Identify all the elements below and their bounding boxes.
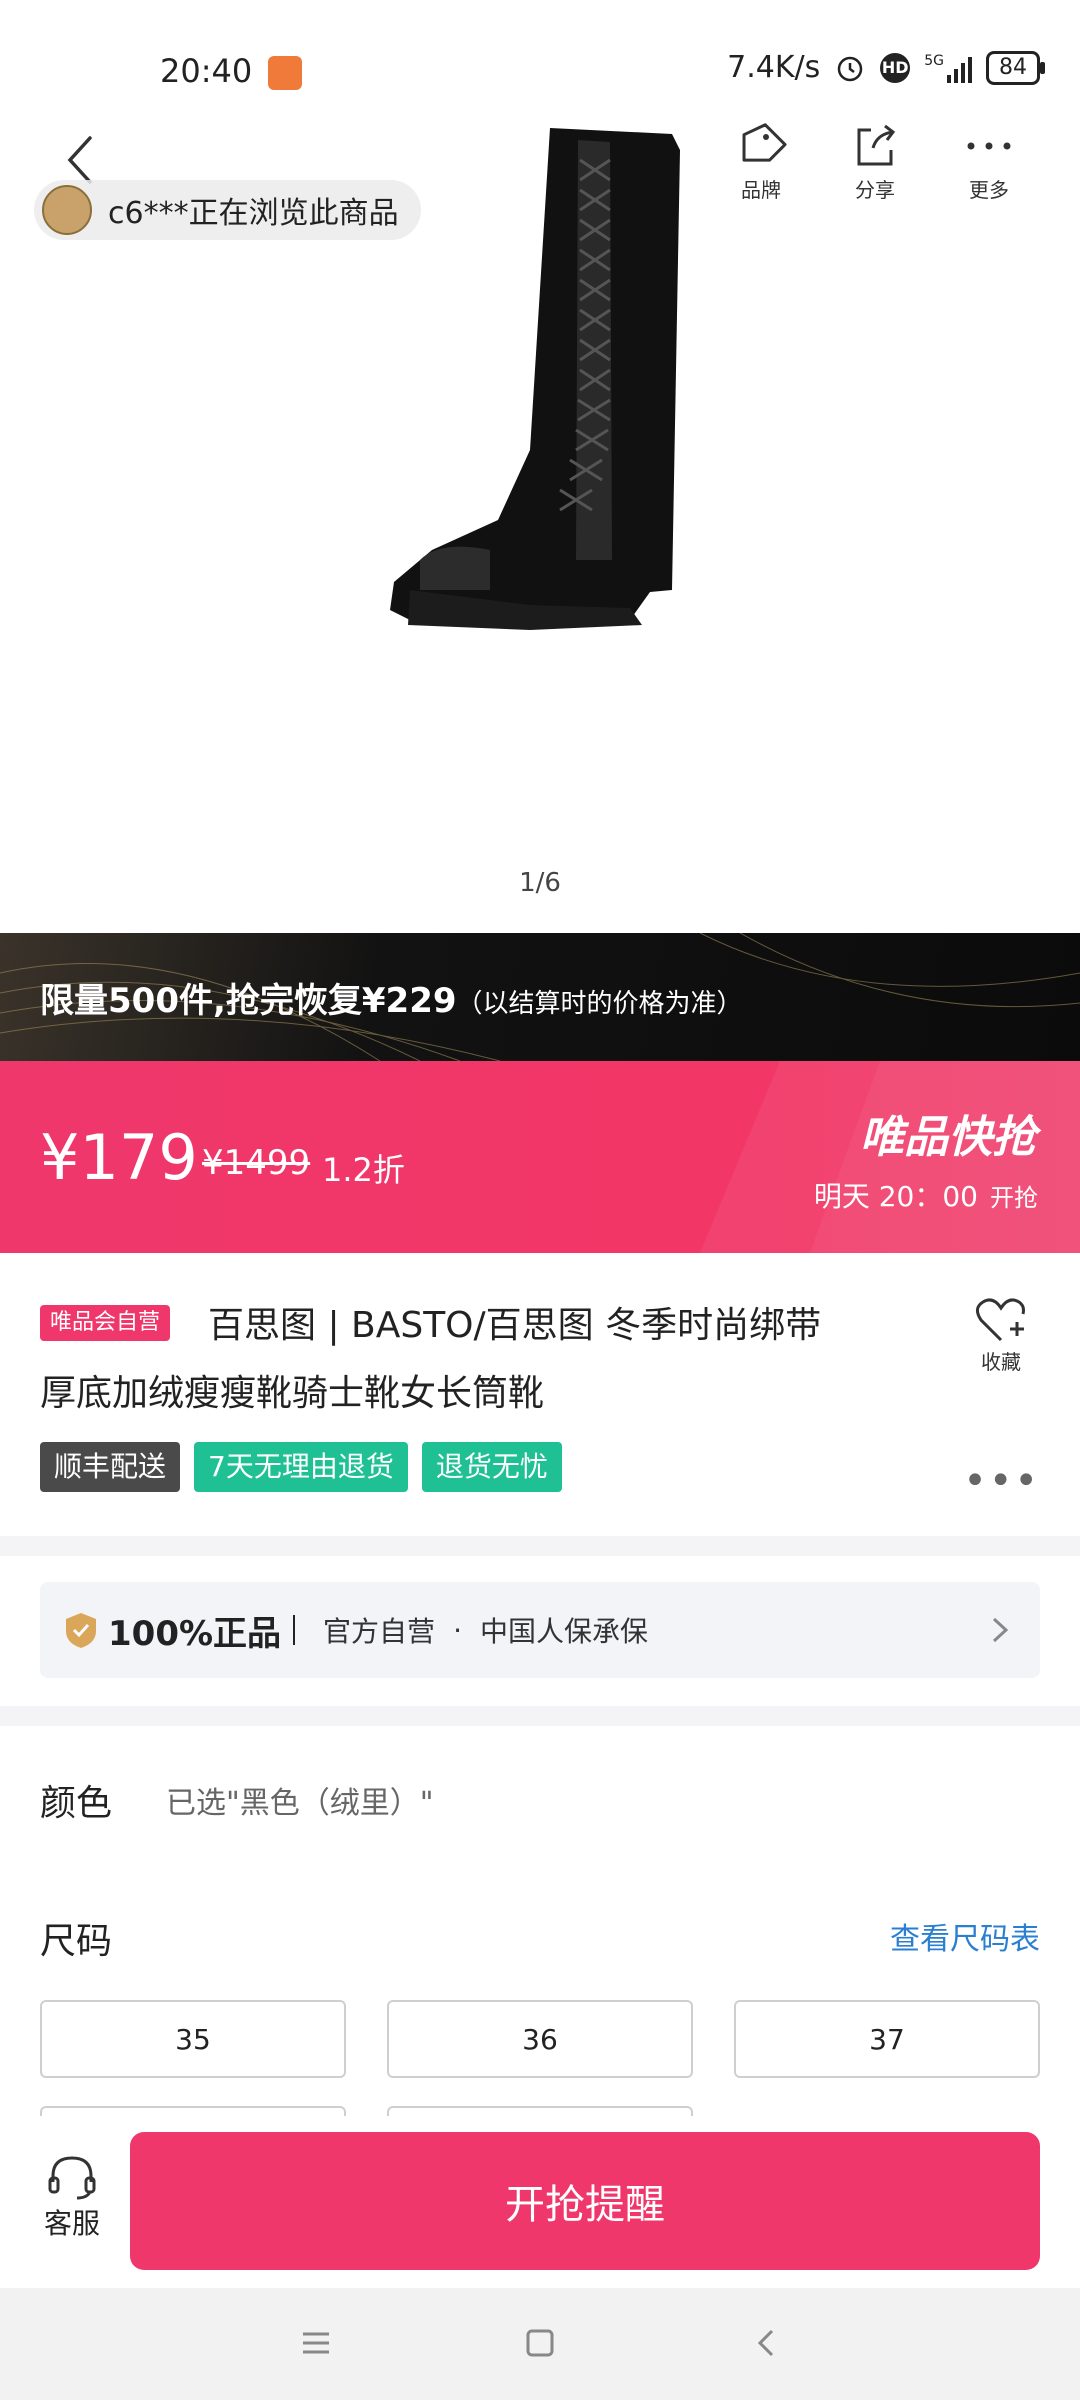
gallery-pager: 1/6 <box>519 868 561 898</box>
color-selected-value[interactable]: 已选"黑色（绒里）" <box>166 1778 434 1822</box>
more-label: 更多 <box>969 178 1009 202</box>
share-button[interactable]: 分享 <box>844 118 906 203</box>
tag-7day-return: 7天无理由退货 <box>194 1442 408 1492</box>
size-option-35[interactable]: 35 <box>40 2000 346 2078</box>
guarantee-divider <box>293 1615 296 1645</box>
home-square-icon <box>526 2329 554 2357</box>
product-image[interactable] <box>380 120 700 640</box>
hd-icon: HD <box>880 52 911 83</box>
browsing-notice: c6***正在浏览此商品 <box>34 180 421 240</box>
share-icon <box>857 124 896 166</box>
guarantee-insurance: 中国人保承保 <box>479 1615 648 1648</box>
color-label: 颜色 <box>40 1783 113 1824</box>
heart-plus-icon <box>976 1298 1025 1342</box>
battery-icon: 84 <box>986 50 1045 85</box>
customer-service-label: 客服 <box>43 2207 100 2240</box>
browsing-text: c6***正在浏览此商品 <box>108 196 399 231</box>
authentic-label: 100%正品 <box>108 1613 282 1654</box>
price-bar: ¥179 ¥1499 1.2折 唯品快抢 明天 20：00 开抢 <box>0 1061 1080 1253</box>
status-indicators: 7.4K/s HD 5G 84 <box>727 50 1045 85</box>
chevron-right-icon <box>992 1617 1009 1643</box>
promo-note: （以结算时的价格为准） <box>456 989 743 1019</box>
flash-sale-time: 明天 20：00 开抢 <box>814 1175 1038 1215</box>
tags-more-icon[interactable]: ••• <box>963 1458 1040 1504</box>
service-tags: 顺丰配送 7天无理由退货 退货无忧 <box>40 1442 562 1492</box>
tag-sf-delivery: 顺丰配送 <box>40 1442 181 1492</box>
customer-service-button[interactable]: 客服 <box>38 2152 106 2242</box>
back-nav-button[interactable] <box>736 2318 796 2368</box>
current-price: ¥179 <box>40 1121 198 1194</box>
guarantee-official: 官方自营 <box>323 1615 436 1648</box>
home-nav-button[interactable] <box>510 2318 570 2368</box>
back-triangle-icon <box>757 2329 774 2357</box>
promo-text: 限量500件,抢完恢复¥229 <box>40 981 457 1021</box>
promo-text-row: 限量500件,抢完恢复¥229（以结算时的价格为准） <box>40 973 743 1022</box>
more-icon <box>967 142 1011 150</box>
avatar <box>42 185 92 235</box>
size-option-36[interactable]: 36 <box>387 2000 693 2078</box>
network-speed: 7.4K/s <box>727 50 821 85</box>
guarantee-row[interactable]: 100%正品 官方自营 · 中国人保承保 <box>40 1582 1040 1678</box>
product-title-line2: 厚底加绒瘦瘦靴骑士靴女长筒靴 <box>40 1373 545 1414</box>
size-label: 尺码 <box>40 1921 113 1962</box>
self-operated-badge: 唯品会自营 <box>40 1305 171 1341</box>
original-price: ¥1499 <box>202 1143 311 1183</box>
signal-label: 5G <box>924 52 944 69</box>
brand-label: 品牌 <box>741 178 781 202</box>
more-button[interactable]: 更多 <box>958 118 1020 203</box>
size-option-37[interactable]: 37 <box>734 2000 1040 2078</box>
favorite-label: 收藏 <box>981 1350 1021 1374</box>
product-title-line1: 百思图 | BASTO/百思图 冬季时尚绑带 <box>208 1305 822 1346</box>
menu-nav-button[interactable] <box>286 2318 346 2368</box>
size-chart-link[interactable]: 查看尺码表 <box>890 1914 1040 1958</box>
tag-icon <box>742 123 787 162</box>
section-divider <box>0 1536 1080 1556</box>
status-time: 20:40 <box>160 52 253 90</box>
notification-app-icon <box>268 56 302 90</box>
headset-icon <box>48 2156 96 2200</box>
alarm-icon <box>837 56 863 81</box>
promo-banner: 限量500件,抢完恢复¥229（以结算时的价格为准） <box>0 933 1080 1061</box>
shield-check-icon <box>66 1613 96 1648</box>
flash-sale-reminder-button[interactable]: 开抢提醒 <box>130 2132 1040 2270</box>
favorite-button[interactable]: 收藏 <box>970 1296 1032 1375</box>
flash-suffix: 开抢 <box>990 1184 1038 1212</box>
tag-return-worry-free: 退货无忧 <box>421 1442 562 1492</box>
flash-day: 明天 20：00 <box>813 1180 978 1213</box>
menu-icon <box>303 2332 329 2354</box>
guarantee-separator: · <box>453 1613 462 1647</box>
flash-sale-title: 唯品快抢 <box>860 1112 1036 1163</box>
discount-label: 1.2折 <box>322 1151 405 1189</box>
brand-button[interactable]: 品牌 <box>730 118 792 203</box>
top-actions: 品牌 分享 更多 <box>730 118 1020 203</box>
signal-icon: 5G <box>924 53 972 83</box>
section-divider <box>0 1706 1080 1726</box>
share-label: 分享 <box>855 178 895 202</box>
